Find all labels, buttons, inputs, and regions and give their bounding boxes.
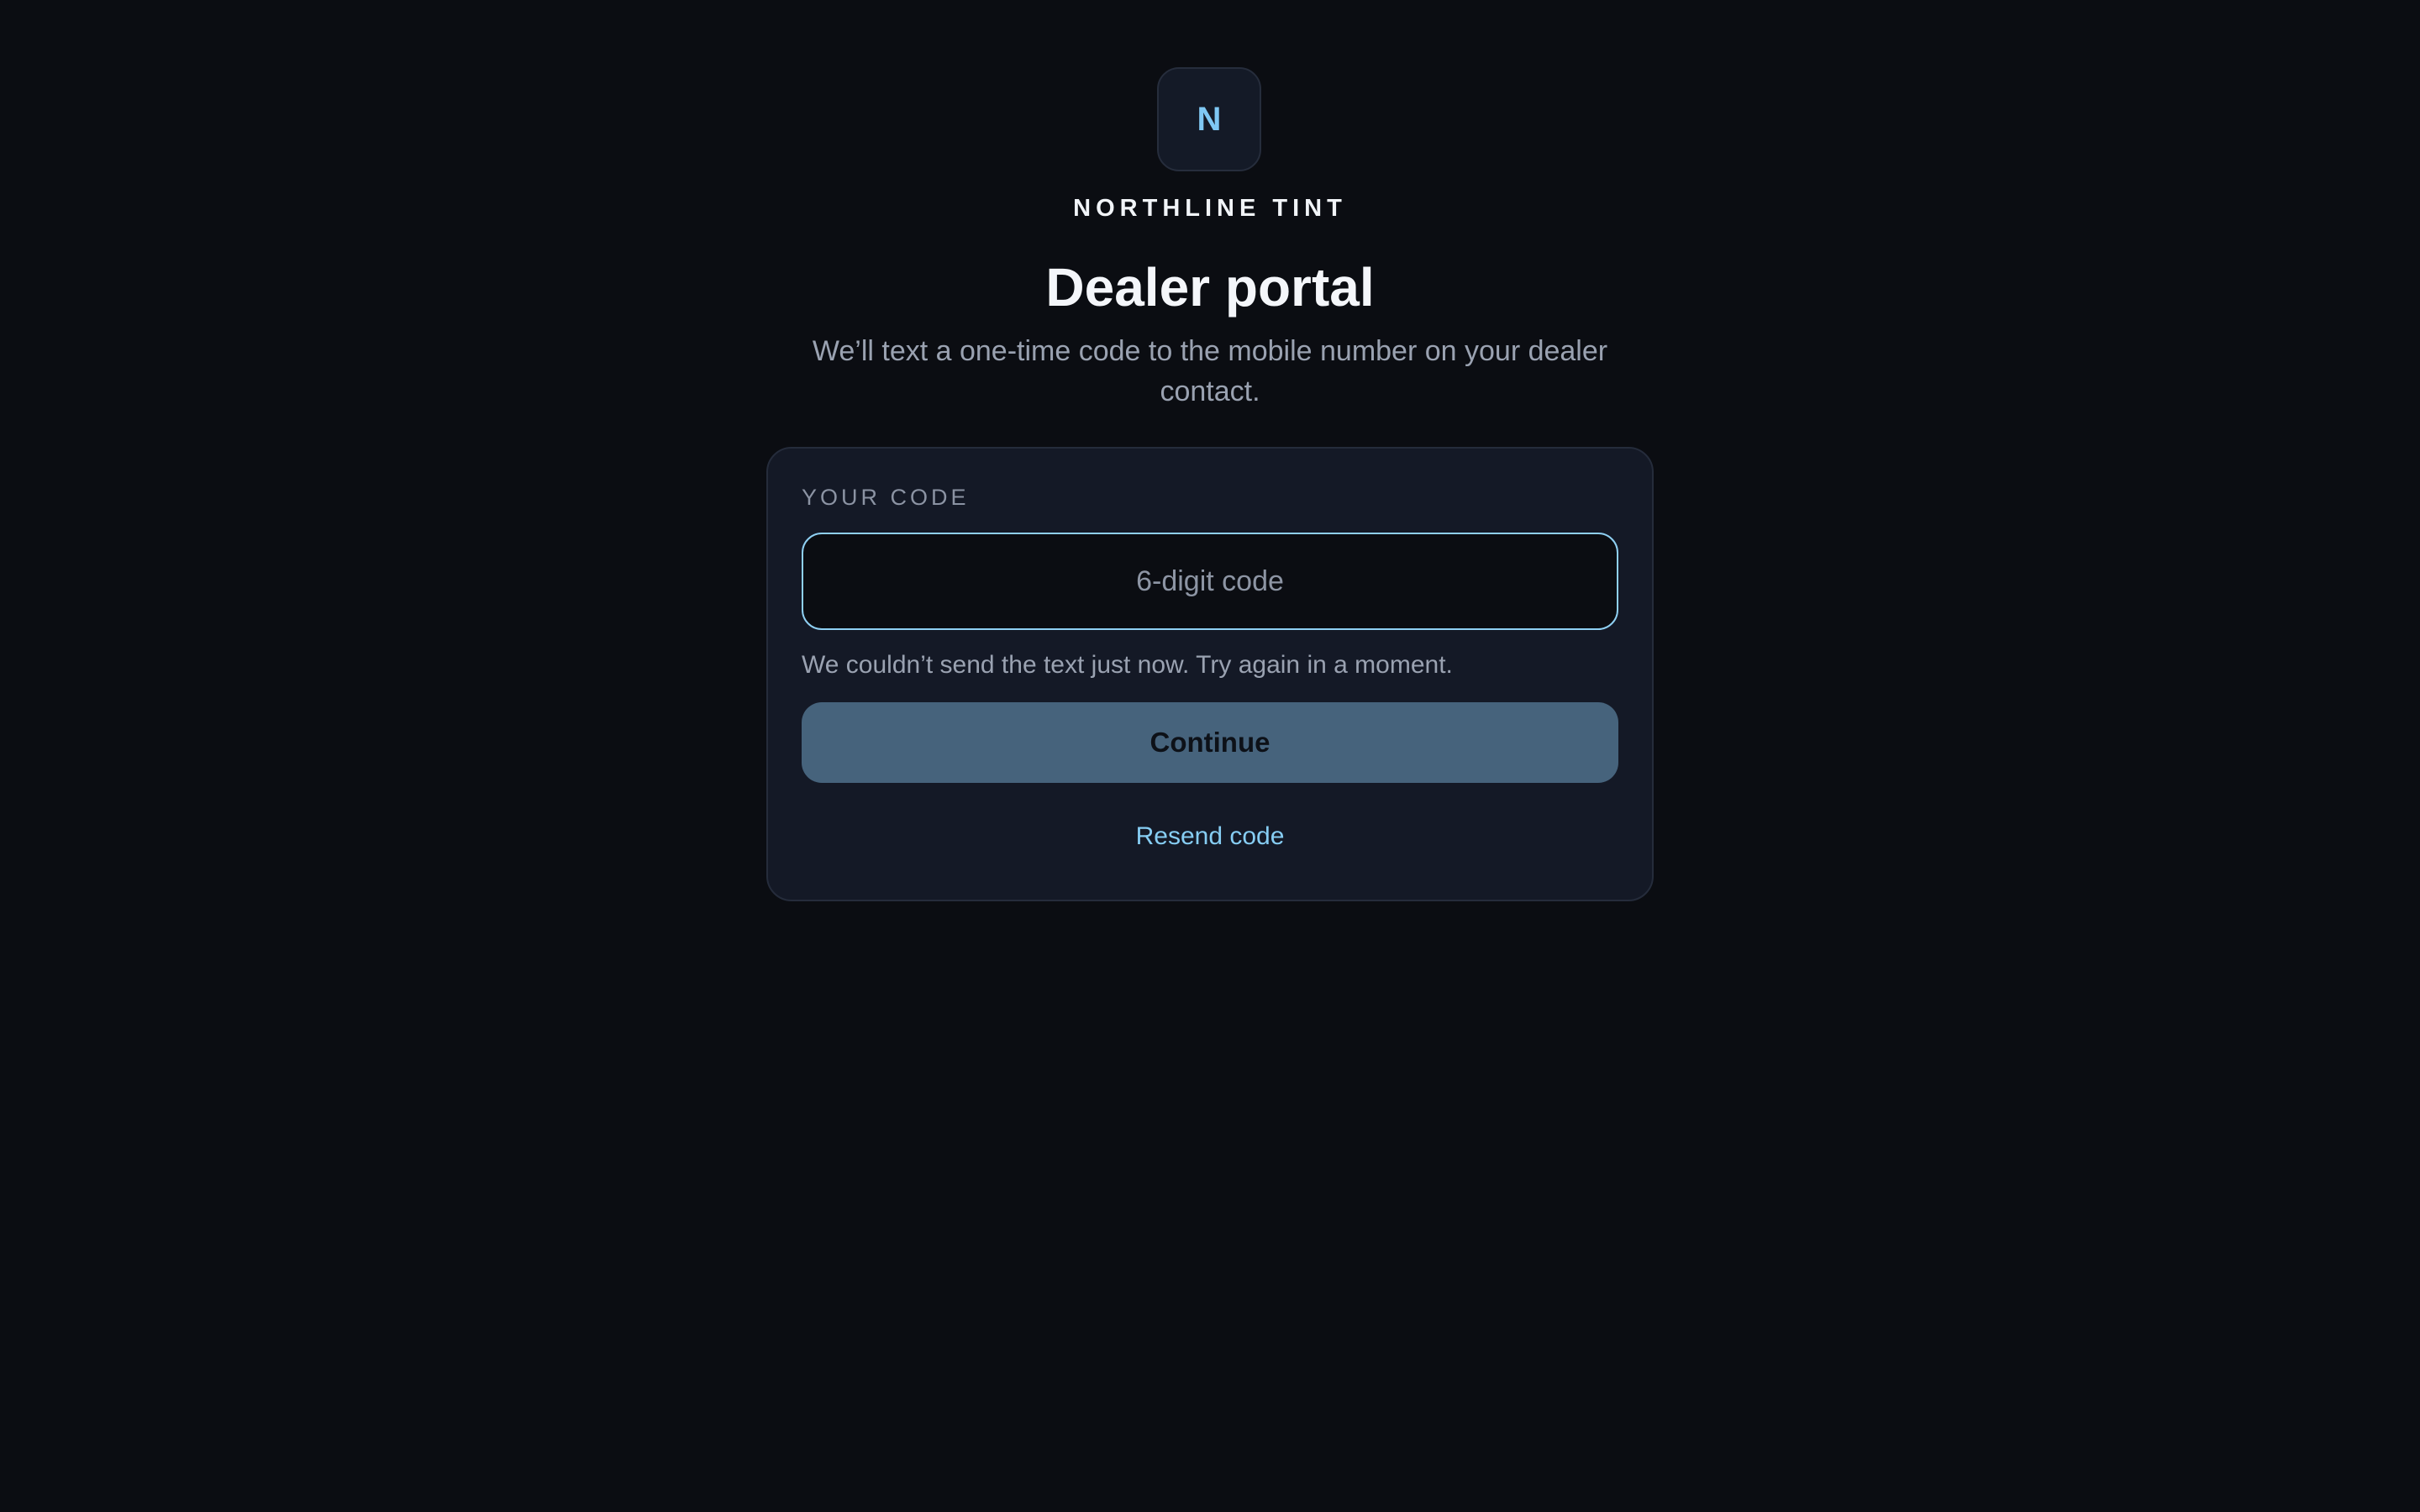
resend-code-link[interactable]: Resend code (768, 820, 1652, 853)
code-label: YOUR CODE (802, 485, 970, 510)
login-page: N NORTHLINE TINT Dealer portal We’ll tex… (0, 0, 2420, 1512)
error-message: We couldn’t send the text just now. Try … (802, 651, 1453, 679)
brand-name: NORTHLINE TINT (1073, 195, 1347, 222)
page-title: Dealer portal (1045, 257, 1375, 318)
logo-letter: N (1197, 101, 1222, 138)
page-subtitle: We’ll text a one-time code to the mobile… (812, 335, 1608, 407)
code-card: YOUR CODE We couldn’t send the text just… (766, 447, 1654, 901)
code-input[interactable] (802, 533, 1618, 630)
continue-button[interactable]: Continue (802, 702, 1618, 783)
brand-logo: N (1157, 67, 1261, 171)
